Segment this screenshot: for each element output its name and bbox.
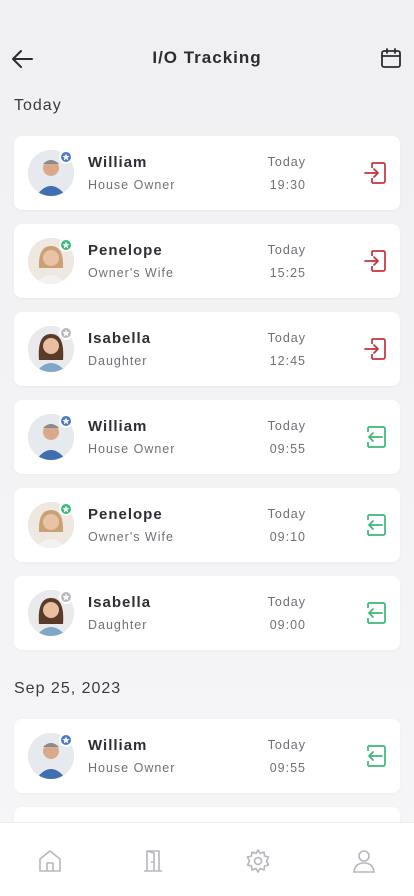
enter-icon xyxy=(362,512,388,538)
person-name: Penelope xyxy=(88,242,163,259)
entry-day: Today xyxy=(267,595,306,609)
entry-day: Today xyxy=(267,419,306,433)
entry-day: Today xyxy=(267,243,306,257)
person-role: House Owner xyxy=(88,761,176,775)
door-icon[interactable] xyxy=(139,847,167,875)
list-item[interactable]: William House Owner Today 09:55 xyxy=(14,719,400,793)
page-title: I/O Tracking xyxy=(152,48,262,67)
star-badge-icon xyxy=(59,326,73,340)
enter-icon xyxy=(362,600,388,626)
list-item[interactable]: William House Owner Today 19:30 xyxy=(14,136,400,210)
profile-icon[interactable] xyxy=(350,847,378,875)
section-heading-today: Today xyxy=(14,97,62,114)
person-name: William xyxy=(88,737,148,754)
star-badge-icon xyxy=(59,414,73,428)
list-item[interactable]: Isabella Daughter Today 12:45 xyxy=(14,312,400,386)
entry-day: Today xyxy=(267,738,306,752)
person-name: William xyxy=(88,154,148,171)
list-item[interactable]: Penelope Owner's Wife Today 09:10 xyxy=(14,488,400,562)
section-heading-date: Sep 25, 2023 xyxy=(14,680,122,697)
exit-icon xyxy=(362,160,388,186)
entry-day: Today xyxy=(267,155,306,169)
enter-icon xyxy=(362,743,388,769)
entry-time: 09:00 xyxy=(269,618,306,632)
entry-day: Today xyxy=(267,507,306,521)
header: I/O Tracking xyxy=(0,0,414,110)
star-badge-icon xyxy=(59,590,73,604)
exit-icon xyxy=(362,336,388,362)
list-item[interactable]: Isabella Daughter Today 09:00 xyxy=(14,576,400,650)
list-item[interactable]: William House Owner Today 09:55 xyxy=(14,400,400,474)
entry-time: 09:10 xyxy=(269,530,306,544)
entry-time: 19:30 xyxy=(269,178,306,192)
settings-icon[interactable] xyxy=(244,847,272,875)
exit-icon xyxy=(362,248,388,274)
enter-icon xyxy=(362,424,388,450)
person-name: William xyxy=(88,418,148,435)
person-role: House Owner xyxy=(88,178,176,192)
person-role: Owner's Wife xyxy=(88,266,174,280)
star-badge-icon xyxy=(59,238,73,252)
person-name: Isabella xyxy=(88,594,152,611)
entry-time: 09:55 xyxy=(269,442,306,456)
calendar-icon[interactable] xyxy=(380,47,402,69)
person-role: Owner's Wife xyxy=(88,530,174,544)
entry-time: 15:25 xyxy=(269,266,306,280)
person-name: Penelope xyxy=(88,506,163,523)
star-badge-icon xyxy=(59,150,73,164)
home-icon[interactable] xyxy=(36,847,64,875)
star-badge-icon xyxy=(59,733,73,747)
person-role: Daughter xyxy=(88,618,148,632)
person-role: Daughter xyxy=(88,354,148,368)
person-name: Isabella xyxy=(88,330,152,347)
bottom-tab-bar xyxy=(0,822,414,896)
list-item[interactable]: Penelope Owner's Wife Today 15:25 xyxy=(14,224,400,298)
entry-day: Today xyxy=(267,331,306,345)
entry-time: 09:55 xyxy=(269,761,306,775)
person-role: House Owner xyxy=(88,442,176,456)
star-badge-icon xyxy=(59,502,73,516)
entry-time: 12:45 xyxy=(269,354,306,368)
